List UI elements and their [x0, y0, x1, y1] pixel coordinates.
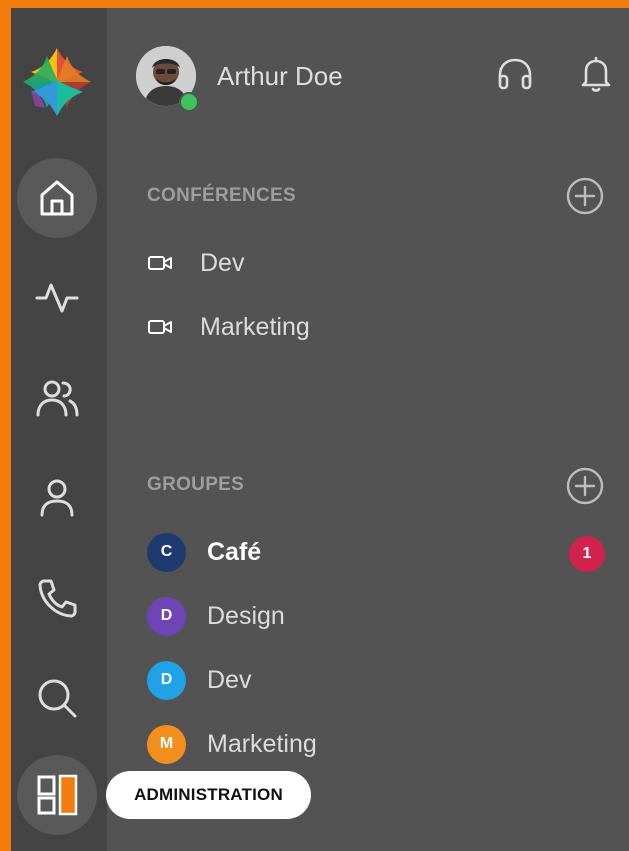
unread-count-badge: 1: [569, 536, 605, 572]
bell-icon[interactable]: [576, 54, 616, 94]
group-avatar: D: [147, 596, 186, 636]
video-icon: [148, 320, 172, 334]
group-item-marketing[interactable]: M Marketing: [147, 722, 317, 766]
group-label: Marketing: [207, 729, 317, 758]
group-avatar: M: [147, 724, 186, 764]
add-group-button[interactable]: [565, 466, 605, 506]
phone-icon: [38, 579, 77, 618]
group-label: Design: [207, 601, 285, 630]
navigation-rail: [11, 8, 107, 851]
nav-calls[interactable]: [17, 558, 97, 638]
nav-home[interactable]: [17, 158, 97, 238]
nav-contacts[interactable]: [17, 358, 97, 438]
nav-activity[interactable]: [17, 258, 97, 338]
add-conference-button[interactable]: [565, 176, 605, 216]
video-icon: [148, 256, 172, 270]
headset-icon[interactable]: [495, 54, 535, 94]
nav-search[interactable]: [17, 658, 97, 738]
app-logo[interactable]: [21, 46, 93, 118]
group-avatar: D: [147, 660, 186, 700]
group-item-dev[interactable]: D Dev: [147, 658, 251, 702]
user-name: Arthur Doe: [217, 61, 343, 91]
conference-label: Dev: [200, 248, 245, 277]
group-label: Café: [207, 537, 262, 566]
conference-label: Marketing: [200, 312, 310, 341]
nav-administration[interactable]: [17, 755, 97, 835]
nav-profile[interactable]: [17, 458, 97, 538]
conferences-title: CONFÉRENCES: [147, 185, 296, 206]
presence-indicator: [179, 92, 199, 112]
conference-item-marketing[interactable]: Marketing: [147, 305, 310, 349]
activity-icon: [35, 283, 79, 313]
home-icon: [40, 180, 74, 216]
group-item-design[interactable]: D Design: [147, 594, 285, 638]
group-avatar: C: [147, 532, 186, 572]
app-window: ADMINISTRATION Arthur Doe CONFÉRENCES De…: [11, 8, 629, 851]
search-icon: [38, 679, 77, 718]
user-avatar[interactable]: [136, 46, 199, 112]
main-panel: Arthur Doe CONFÉRENCES Dev Marketing GRO…: [107, 8, 629, 851]
administration-icon: [37, 774, 78, 816]
conference-item-dev[interactable]: Dev: [147, 241, 244, 285]
group-item-cafe[interactable]: C Café: [147, 530, 261, 574]
group-label: Dev: [207, 665, 252, 694]
contacts-icon: [36, 380, 79, 417]
profile-icon: [40, 479, 74, 517]
groups-title: GROUPES: [147, 474, 245, 495]
